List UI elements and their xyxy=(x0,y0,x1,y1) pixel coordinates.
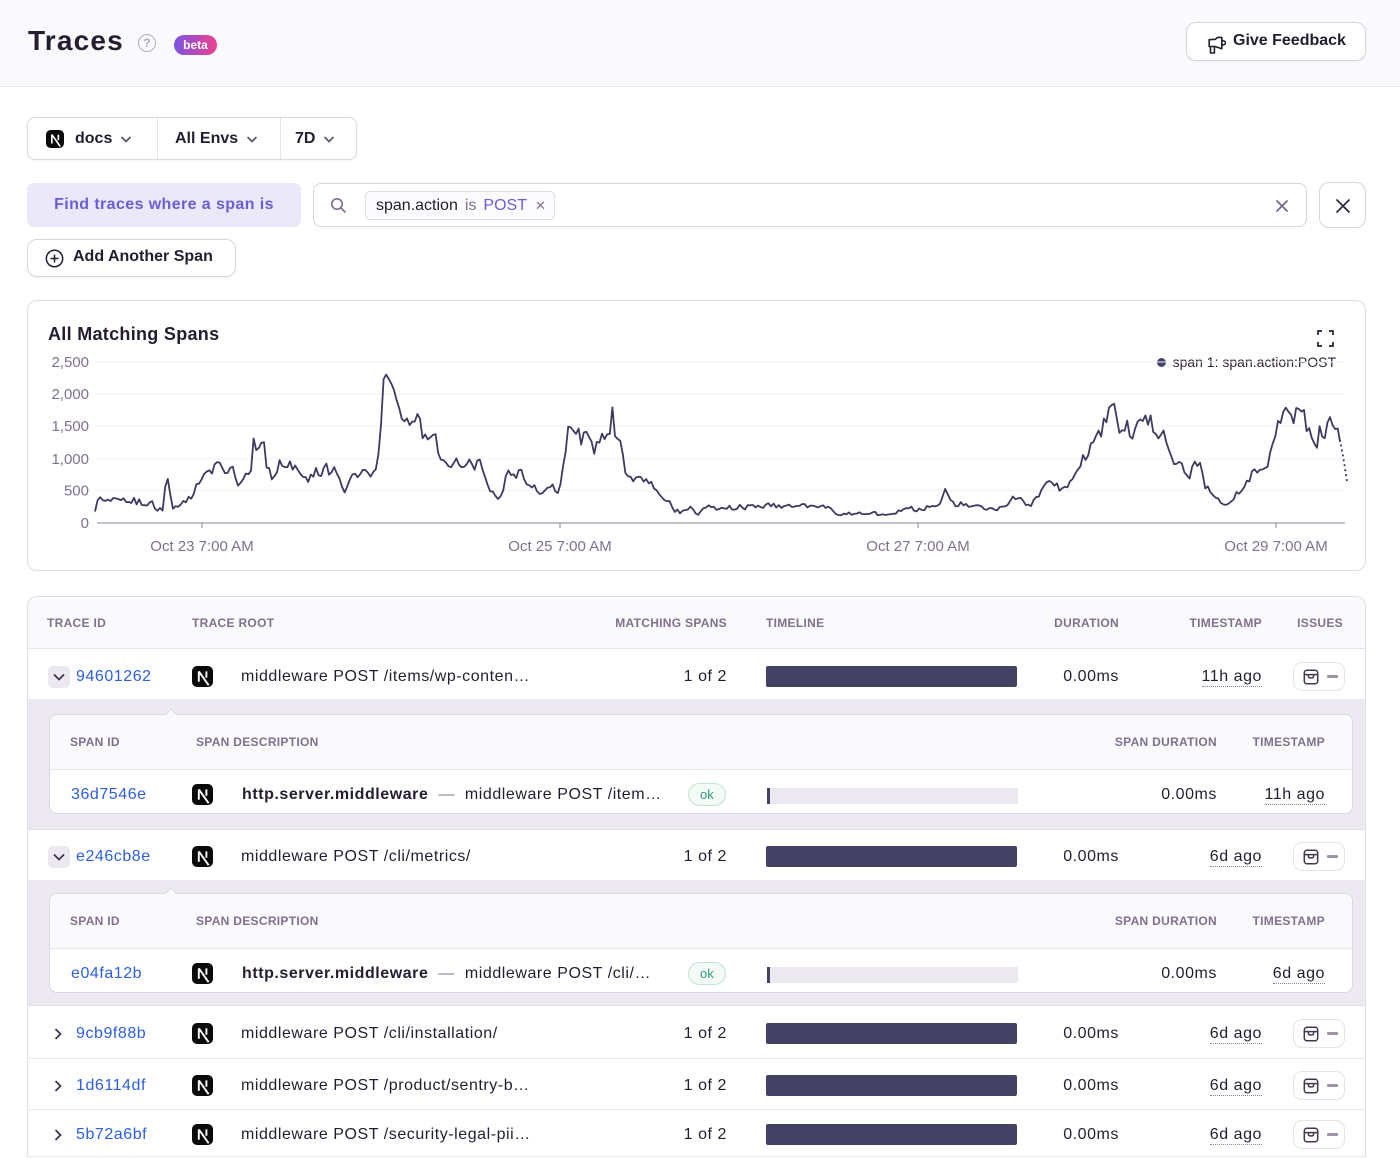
svg-text:2,000: 2,000 xyxy=(51,386,89,403)
svg-text:500: 500 xyxy=(64,483,89,500)
svg-text:2,500: 2,500 xyxy=(51,354,89,371)
svg-text:Oct 23 7:00 AM: Oct 23 7:00 AM xyxy=(150,538,253,555)
svg-text:Oct 25 7:00 AM: Oct 25 7:00 AM xyxy=(508,538,611,555)
svg-text:0: 0 xyxy=(81,515,89,532)
svg-text:Oct 27 7:00 AM: Oct 27 7:00 AM xyxy=(866,538,969,555)
svg-text:1,000: 1,000 xyxy=(51,451,89,468)
svg-text:Oct 29 7:00 AM: Oct 29 7:00 AM xyxy=(1224,538,1327,555)
svg-text:1,500: 1,500 xyxy=(51,418,89,435)
